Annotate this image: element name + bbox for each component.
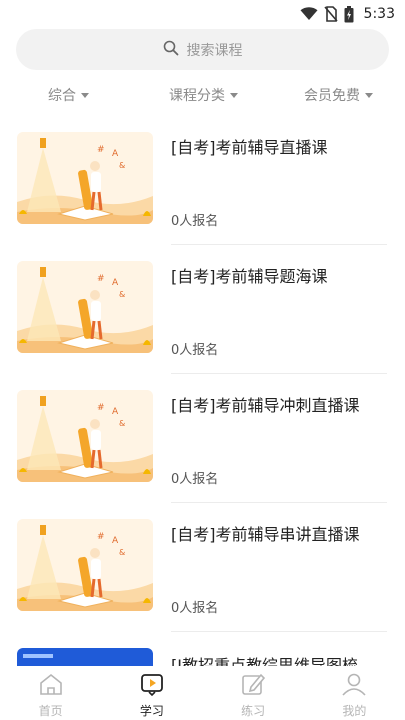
divider	[171, 631, 387, 632]
profile-icon	[341, 672, 367, 700]
svg-text:#: #	[97, 145, 105, 155]
filter-label: 课程分类	[169, 88, 225, 104]
status-bar: 5:33	[0, 0, 405, 28]
tab-study[interactable]: 学习	[101, 666, 202, 720]
study-play-icon	[139, 672, 165, 700]
divider	[171, 502, 387, 503]
wifi-icon	[300, 7, 318, 21]
course-thumbnail: # A &	[17, 132, 153, 224]
filter-category[interactable]: 课程分类	[169, 85, 238, 105]
caret-down-icon	[81, 92, 89, 98]
course-thumbnail: # A &	[17, 261, 153, 353]
no-sim-icon	[323, 6, 338, 22]
course-item[interactable]: # A & [自考]考前辅导题海课 0人报名	[0, 249, 405, 378]
tab-profile[interactable]: 我的	[304, 666, 405, 720]
course-enroll-count: 0人报名	[171, 601, 219, 616]
filter-label: 综合	[48, 88, 76, 104]
bottom-tab-bar: 首页 学习 练习 我的	[0, 666, 405, 720]
svg-text:&: &	[119, 548, 125, 557]
search-placeholder: 搜索课程	[186, 42, 243, 59]
divider	[171, 373, 387, 374]
search-input[interactable]: 搜索课程	[16, 29, 389, 70]
svg-text:A: A	[112, 149, 119, 159]
course-title: [自考]考前辅导串讲直播课	[171, 525, 360, 544]
svg-text:&: &	[119, 161, 125, 170]
filter-bar: 综合 课程分类 会员免费	[0, 80, 405, 110]
course-thumbnail	[17, 648, 153, 666]
course-thumbnail: # A &	[17, 519, 153, 611]
edit-icon	[240, 672, 266, 700]
search-icon	[163, 40, 179, 60]
tab-label: 首页	[38, 704, 63, 718]
svg-text:A: A	[112, 407, 119, 417]
svg-text:A: A	[112, 536, 119, 546]
home-icon	[38, 672, 64, 700]
battery-charging-icon	[344, 5, 354, 23]
tab-label: 学习	[139, 704, 164, 718]
course-title: [自考]考前辅导直播课	[171, 138, 328, 157]
tab-practice[interactable]: 练习	[203, 666, 304, 720]
filter-comprehensive[interactable]: 综合	[48, 85, 89, 105]
divider	[171, 244, 387, 245]
course-item[interactable]: [J教招重点教综思维导图梳	[0, 636, 405, 666]
status-time: 5:33	[363, 6, 395, 22]
tab-label: 我的	[342, 704, 367, 718]
course-thumbnail: # A &	[17, 390, 153, 482]
caret-down-icon	[365, 92, 373, 98]
svg-text:A: A	[112, 278, 119, 288]
filter-label: 会员免费	[304, 88, 360, 104]
course-item[interactable]: # A & [自考]考前辅导串讲直播课 0人报名	[0, 507, 405, 636]
course-title: [自考]考前辅导冲刺直播课	[171, 396, 360, 415]
svg-text:#: #	[97, 532, 105, 542]
course-item[interactable]: # A & [自考]考前辅导直播课 0人报名	[0, 120, 405, 249]
svg-text:&: &	[119, 419, 125, 428]
course-item[interactable]: # A & [自考]考前辅导冲刺直播课 0人报名	[0, 378, 405, 507]
course-enroll-count: 0人报名	[171, 343, 219, 358]
course-enroll-count: 0人报名	[171, 472, 219, 487]
course-title: [J教招重点教综思维导图梳	[171, 656, 358, 666]
filter-member-free[interactable]: 会员免费	[304, 85, 373, 105]
course-enroll-count: 0人报名	[171, 214, 219, 229]
caret-down-icon	[230, 92, 238, 98]
tab-label: 练习	[241, 704, 266, 718]
svg-text:#: #	[97, 274, 105, 284]
svg-text:&: &	[119, 290, 125, 299]
svg-text:#: #	[97, 403, 105, 413]
tab-home[interactable]: 首页	[0, 666, 101, 720]
course-title: [自考]考前辅导题海课	[171, 267, 328, 286]
